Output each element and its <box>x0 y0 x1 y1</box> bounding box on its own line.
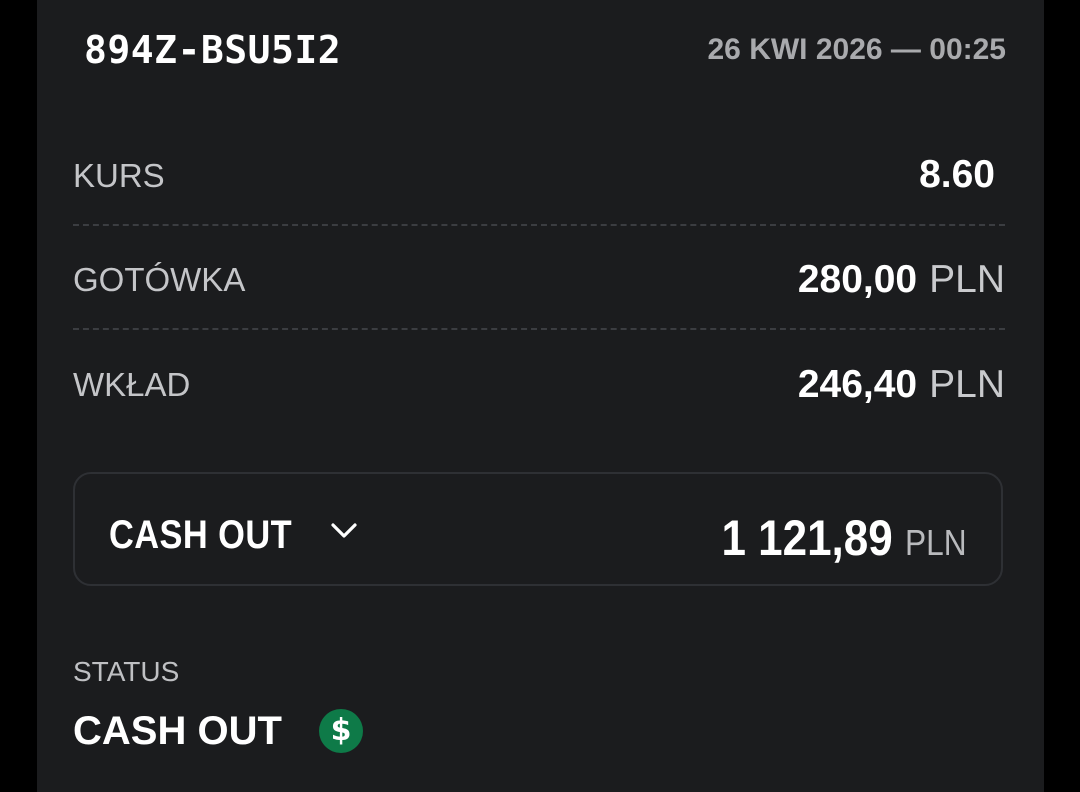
dollar-icon: $ <box>319 709 363 753</box>
cash-amount: 280,00 <box>797 258 918 301</box>
divider <box>73 328 1005 330</box>
stake-amount: 246,40 <box>797 363 918 406</box>
stake-label: WKŁAD <box>73 366 191 403</box>
odds-value: 8.60 <box>919 153 995 197</box>
cashout-label: CASH OUT <box>109 513 293 557</box>
status-label: STATUS <box>73 656 180 687</box>
bet-id: 894Z-BSU5I2 <box>84 28 342 72</box>
bet-date: 26 KWI 2026 — 00:25 <box>707 33 1007 66</box>
cash-label: GOTÓWKA <box>73 261 246 298</box>
cashout-amount: 1 121,89 PLN <box>722 510 967 566</box>
stake-currency: PLN <box>929 363 1005 406</box>
odds-number: 8.60 <box>919 153 995 196</box>
divider <box>73 224 1005 226</box>
cashout-amount-number: 1 121,89 <box>721 510 894 566</box>
stake-value: 246,40 PLN <box>798 363 1005 407</box>
cash-currency: PLN <box>929 258 1005 301</box>
chevron-down-icon <box>331 523 357 538</box>
status-value: CASH OUT <box>73 709 282 753</box>
cash-value: 280,00 PLN <box>798 258 1005 302</box>
cashout-button[interactable]: CASH OUT 1 121,89 PLN <box>73 472 1003 586</box>
dollar-glyph: $ <box>330 713 352 748</box>
odds-label: KURS <box>73 157 165 194</box>
cashout-currency: PLN <box>905 522 967 563</box>
